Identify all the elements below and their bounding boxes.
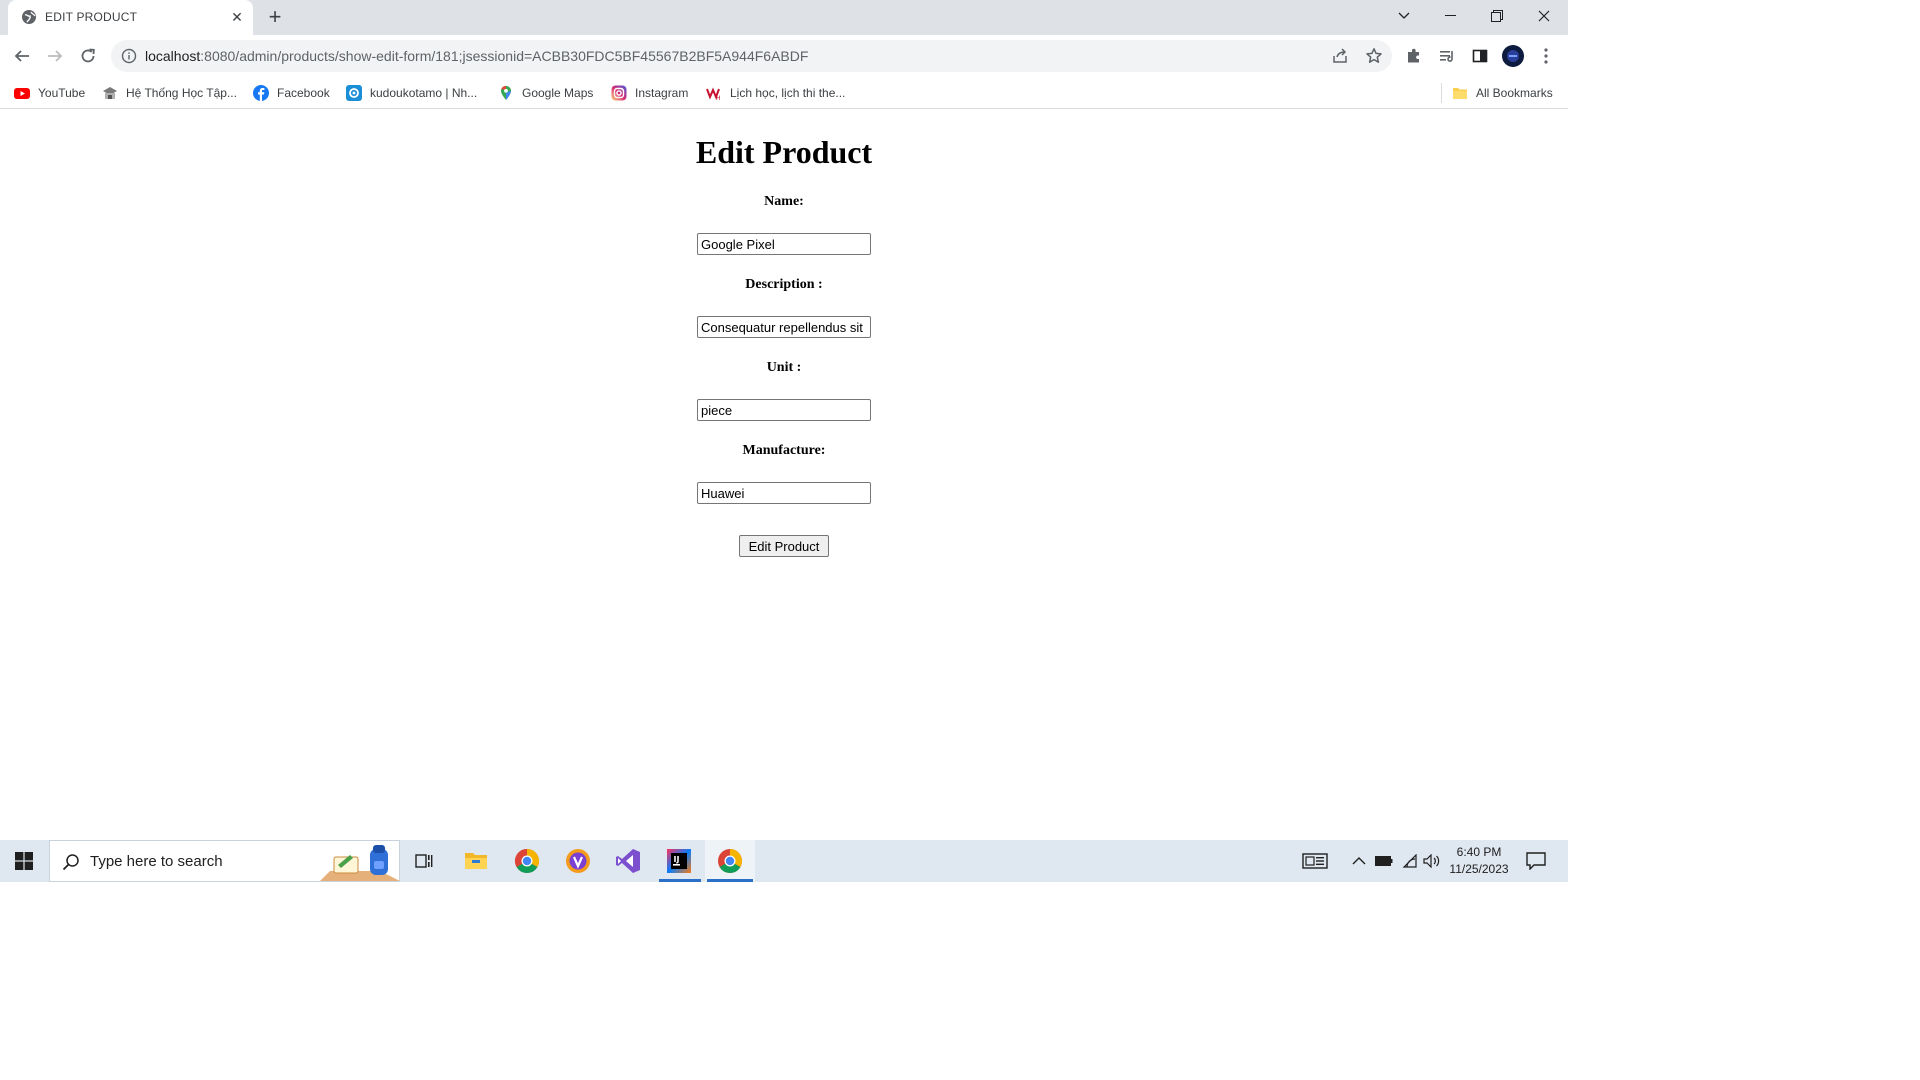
wifi-icon[interactable] <box>1400 851 1420 871</box>
all-bookmarks-button[interactable]: All Bookmarks <box>1452 84 1553 102</box>
extensions-puzzle-icon[interactable] <box>1403 45 1425 67</box>
media-queue-icon[interactable] <box>1436 45 1458 67</box>
bookmark-label: Google Maps <box>522 86 594 100</box>
bookmark-label: Facebook <box>277 86 330 100</box>
browser-toolbar: localhost:8080/admin/products/show-edit-… <box>0 35 1568 77</box>
intellij-idea-icon[interactable]: IJ <box>663 845 695 877</box>
bookmark-facebook[interactable]: Facebook <box>253 84 330 102</box>
taskbar: Type here to search IJ 6:40 PM 11/25/202… <box>0 840 1568 882</box>
back-arrow-icon[interactable] <box>9 43 35 69</box>
vpn-shield-icon[interactable] <box>562 845 594 877</box>
all-bookmarks-label: All Bookmarks <box>1476 86 1553 100</box>
maps-pin-icon <box>498 85 514 101</box>
manufacture-label: Manufacture: <box>742 443 826 458</box>
chevron-up-icon[interactable] <box>1349 851 1369 871</box>
file-explorer-icon[interactable] <box>460 845 492 877</box>
bookmark-google-maps[interactable]: Google Maps <box>498 84 593 102</box>
site-info-icon[interactable] <box>121 48 137 69</box>
address-bar[interactable]: localhost:8080/admin/products/show-edit-… <box>111 40 1392 72</box>
chrome-icon[interactable] <box>511 845 543 877</box>
bookmark-label: kudoukotamo | Nh... <box>370 86 478 100</box>
chrome-active-indicator <box>707 879 753 882</box>
facebook-icon <box>253 85 269 101</box>
close-tab-icon[interactable]: ✕ <box>228 8 246 26</box>
taskbar-search-box[interactable]: Type here to search <box>49 840 400 882</box>
unit-label: Unit : <box>766 360 802 375</box>
bookmarks-bar: YouTube Hệ Thống Học Tập... Facebook kud… <box>0 77 1568 109</box>
bookmark-divider <box>1441 83 1442 103</box>
clock-time: 6:40 PM <box>1456 845 1502 859</box>
edit-product-button[interactable]: Edit Product <box>739 535 829 557</box>
page-content: Edit Product Name: Description : Unit : … <box>0 110 1568 840</box>
svg-text:IJ: IJ <box>674 855 680 864</box>
search-highlight-illustration-icon <box>320 843 400 886</box>
bookmark-lich-hoc[interactable]: H Lịch học, lịch thi the... <box>706 84 845 102</box>
url-host: localhost <box>145 48 201 64</box>
keyboard-layout-icon[interactable] <box>1302 851 1328 871</box>
clock-date: 11/25/2023 <box>1449 862 1509 876</box>
globe-icon <box>21 9 37 25</box>
notifications-icon[interactable] <box>1525 851 1547 871</box>
tab-search-chevron-icon[interactable] <box>1381 0 1427 32</box>
bookmark-star-icon[interactable] <box>1365 47 1383 70</box>
unit-input[interactable] <box>697 399 871 421</box>
task-view-icon[interactable] <box>408 845 440 877</box>
kebab-menu-icon[interactable] <box>1535 45 1557 67</box>
page-title: Edit Product <box>695 134 873 170</box>
tab-title: EDIT PRODUCT <box>45 10 138 24</box>
forward-arrow-icon[interactable] <box>42 43 68 69</box>
description-label: Description : <box>745 277 823 292</box>
search-icon <box>62 853 80 876</box>
svg-text:H: H <box>716 95 721 101</box>
close-window-button[interactable] <box>1521 0 1567 32</box>
battery-icon[interactable] <box>1374 851 1394 871</box>
site-icon <box>346 85 362 101</box>
bookmark-label: Lịch học, lịch thi the... <box>730 86 846 100</box>
windows-start-button[interactable] <box>0 840 48 882</box>
bookmark-label: Hệ Thống Học Tập... <box>126 86 237 100</box>
youtube-icon <box>14 85 30 101</box>
minimize-button[interactable] <box>1428 0 1474 32</box>
school-icon <box>102 85 118 101</box>
bookmark-kudoukotamo[interactable]: kudoukotamo | Nh... <box>346 84 477 102</box>
search-placeholder: Type here to search <box>90 853 223 870</box>
instagram-icon <box>611 85 627 101</box>
tab-strip: EDIT PRODUCT ✕ + <box>0 0 1568 35</box>
site-icon: H <box>706 85 722 102</box>
name-label: Name: <box>764 194 804 209</box>
name-input[interactable] <box>697 233 871 255</box>
profile-avatar[interactable] <box>1502 45 1524 67</box>
bookmark-label: YouTube <box>38 86 86 100</box>
url-text: localhost:8080/admin/products/show-edit-… <box>145 48 808 64</box>
description-input[interactable] <box>697 316 871 338</box>
bookmark-label: Instagram <box>635 86 689 100</box>
share-icon[interactable] <box>1331 47 1349 70</box>
taskbar-clock[interactable]: 6:40 PM 11/25/2023 <box>1446 844 1512 878</box>
bookmark-he-thong-hoc-tap[interactable]: Hệ Thống Học Tập... <box>102 84 237 102</box>
folder-icon <box>1452 85 1468 101</box>
bookmark-instagram[interactable]: Instagram <box>611 84 688 102</box>
reload-icon[interactable] <box>75 43 101 69</box>
tab-edit-product[interactable]: EDIT PRODUCT ✕ <box>8 0 253 35</box>
chrome-active-icon[interactable] <box>714 845 746 877</box>
bookmark-youtube[interactable]: YouTube <box>14 84 85 102</box>
new-tab-button[interactable]: + <box>264 6 286 28</box>
intellij-active-indicator <box>659 879 701 882</box>
side-panel-icon[interactable] <box>1469 45 1491 67</box>
restore-button[interactable] <box>1474 0 1520 32</box>
volume-icon[interactable] <box>1422 851 1442 871</box>
manufacture-input[interactable] <box>697 482 871 504</box>
visual-studio-icon[interactable] <box>612 845 644 877</box>
url-path: :8080/admin/products/show-edit-form/181;… <box>200 48 809 64</box>
